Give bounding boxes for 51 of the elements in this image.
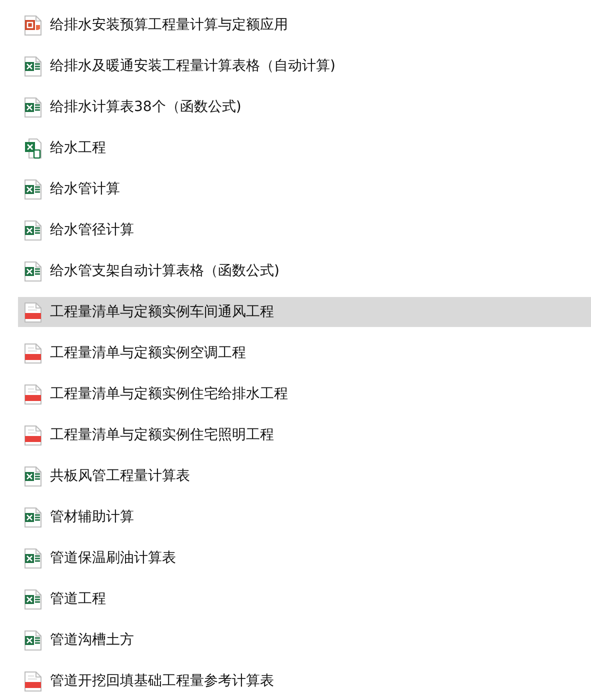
spreadsheet-file-icon <box>24 138 42 158</box>
file-name: 给排水及暖通安装工程量计算表格（自动计算) <box>50 57 336 75</box>
file-item[interactable]: 管道工程 <box>18 584 591 614</box>
file-name: 给水管径计算 <box>50 221 134 239</box>
file-item[interactable]: 工程量清单与定额实例住宅给排水工程 <box>18 379 591 409</box>
file-item[interactable]: 工程量清单与定额实例空调工程 <box>18 338 591 368</box>
file-item[interactable]: 管道沟槽土方 <box>18 625 591 655</box>
file-item[interactable]: 给水管径计算 <box>18 215 591 245</box>
file-item[interactable]: 给水管支架自动计算表格（函数公式) <box>18 256 591 286</box>
file-item[interactable]: 管材辅助计算 <box>18 502 591 532</box>
pdf-file-icon <box>24 424 42 446</box>
file-name: 给排水计算表38个（函数公式) <box>50 98 242 116</box>
file-item[interactable]: 给排水计算表38个（函数公式) <box>18 92 591 122</box>
file-name: 工程量清单与定额实例住宅照明工程 <box>50 426 274 444</box>
file-name: 管道保温刷油计算表 <box>50 549 176 567</box>
file-name: 管道沟槽土方 <box>50 631 134 649</box>
file-name: 共板风管工程量计算表 <box>50 467 190 485</box>
file-item[interactable]: 工程量清单与定额实例住宅照明工程 <box>18 420 591 450</box>
spreadsheet-file-icon <box>24 588 42 610</box>
file-item[interactable]: 共板风管工程量计算表 <box>18 461 591 491</box>
file-item[interactable]: 给水管计算 <box>18 174 591 204</box>
file-item[interactable]: 管道开挖回填基础工程量参考计算表 <box>18 666 591 695</box>
file-name: 给水管支架自动计算表格（函数公式) <box>50 262 280 280</box>
file-item[interactable]: 管道保温刷油计算表 <box>18 543 591 573</box>
spreadsheet-file-icon <box>24 178 42 200</box>
file-item[interactable]: 给排水及暖通安装工程量计算表格（自动计算) <box>18 51 591 81</box>
file-name: 给水管计算 <box>50 180 120 198</box>
file-name: 管道工程 <box>50 590 106 608</box>
spreadsheet-file-icon <box>24 630 42 650</box>
pdf-file-icon <box>24 384 42 404</box>
file-name: 管材辅助计算 <box>50 508 134 526</box>
spreadsheet-file-icon <box>24 548 42 568</box>
spreadsheet-file-icon <box>24 466 42 486</box>
file-name: 工程量清单与定额实例空调工程 <box>50 344 246 362</box>
file-item[interactable]: 给水工程 <box>18 133 591 163</box>
spreadsheet-file-icon <box>24 260 42 282</box>
file-item[interactable]: 工程量清单与定额实例车间通风工程 <box>18 297 591 327</box>
spreadsheet-file-icon <box>24 220 42 240</box>
file-item[interactable]: 给排水安装预算工程量计算与定额应用 <box>18 10 591 40</box>
spreadsheet-file-icon <box>24 56 42 76</box>
pdf-file-icon <box>24 670 42 692</box>
file-name: 管道开挖回填基础工程量参考计算表 <box>50 672 274 690</box>
file-name: 给水工程 <box>50 139 106 157</box>
presentation-file-icon <box>24 14 42 36</box>
file-name: 工程量清单与定额实例车间通风工程 <box>50 303 274 321</box>
spreadsheet-file-icon <box>24 506 42 528</box>
file-name: 给排水安装预算工程量计算与定额应用 <box>50 16 288 34</box>
pdf-file-icon <box>24 302 42 322</box>
pdf-file-icon <box>24 342 42 364</box>
file-name: 工程量清单与定额实例住宅给排水工程 <box>50 385 288 403</box>
spreadsheet-file-icon <box>24 96 42 118</box>
